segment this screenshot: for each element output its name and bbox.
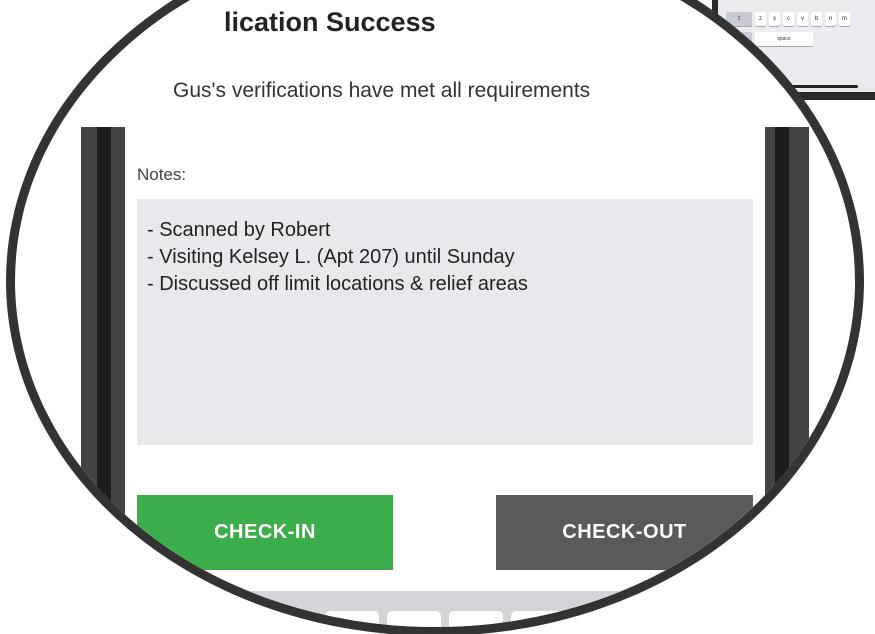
- keyboard-key[interactable]: [449, 611, 503, 627]
- keyboard-key[interactable]: [511, 611, 565, 627]
- status-title: lication Success: [224, 7, 436, 37]
- notes-label: Notes:: [137, 165, 187, 184]
- magnified-screenshot: ⇧ z x c v b n m 123 space ☺ lication Suc…: [0, 0, 875, 634]
- keyboard-key[interactable]: [325, 611, 379, 627]
- magnifier-lens: lication Success Gus's verifications hav…: [6, 0, 864, 634]
- check-out-button[interactable]: CHECK-OUT: [496, 495, 753, 570]
- keyboard-key[interactable]: [387, 611, 441, 627]
- check-in-button[interactable]: CHECK-IN: [137, 495, 393, 570]
- lens-content: lication Success Gus's verifications hav…: [15, 7, 855, 627]
- notes-field[interactable]: - Scanned by Robert - Visiting Kelsey L.…: [137, 199, 753, 445]
- status-message: Gus's verifications have met all require…: [173, 79, 591, 102]
- phone-frame-right: [765, 127, 809, 587]
- notes-line: - Scanned by Robert: [147, 219, 331, 241]
- notes-line: - Visiting Kelsey L. (Apt 207) until Sun…: [147, 246, 515, 268]
- notes-line: - Discussed off limit locations & relief…: [147, 273, 528, 295]
- phone-frame-left: [81, 127, 125, 587]
- keyboard-strip: [125, 591, 765, 627]
